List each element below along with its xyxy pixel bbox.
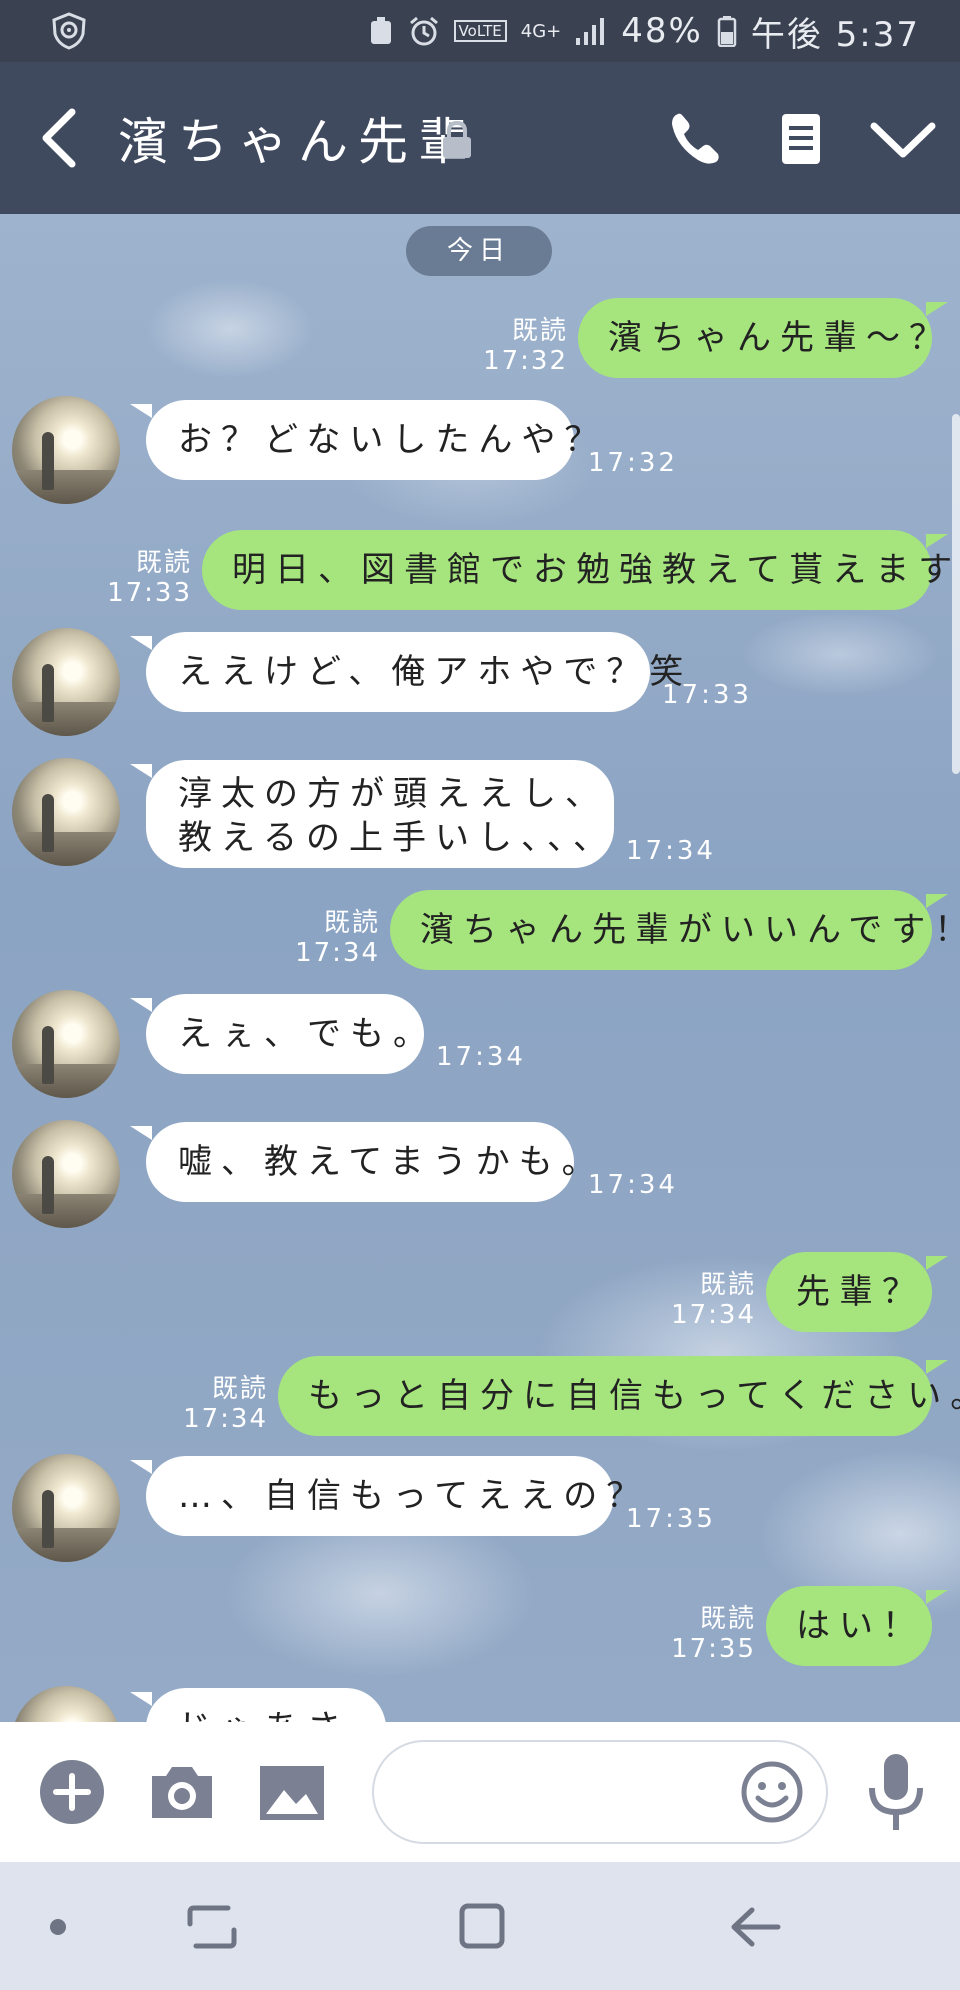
read-receipt: 既読 17:34 bbox=[183, 1374, 268, 1434]
camera-icon[interactable] bbox=[146, 1756, 218, 1828]
signal-icon bbox=[576, 18, 605, 45]
phone-icon[interactable] bbox=[664, 106, 730, 172]
avatar[interactable] bbox=[12, 1120, 120, 1228]
chat-header: 濱ちゃん先輩 bbox=[0, 62, 960, 214]
date-separator: 今日 bbox=[406, 226, 552, 276]
message-time: 17:34 bbox=[626, 836, 716, 866]
message-time: 17:34 bbox=[588, 1170, 678, 1200]
message-line: 淳太の方が頭ええし、 bbox=[178, 774, 608, 814]
read-receipt: 既読 17:35 bbox=[671, 1604, 756, 1664]
battery-percent: 48% bbox=[621, 11, 703, 51]
avatar[interactable] bbox=[12, 990, 120, 1098]
read-receipt: 既読 17:33 bbox=[107, 548, 192, 608]
battery-icon bbox=[717, 16, 737, 47]
home-icon[interactable] bbox=[454, 1902, 510, 1952]
message-bubble-incoming[interactable]: お？どないしたんや？ bbox=[130, 400, 598, 480]
chat-area[interactable]: 今日 既読 17:32 濱ちゃん先輩～？ お？どないしたんや？ 17:32 既読 1… bbox=[0, 214, 960, 1722]
recycle-icon bbox=[370, 17, 391, 44]
volte-label: VoLTE bbox=[453, 20, 507, 42]
message-bubble-outgoing[interactable]: もっと自分に自信もってください。 bbox=[278, 1356, 960, 1436]
microphone-icon[interactable] bbox=[860, 1750, 932, 1834]
message-bubble-outgoing[interactable]: 濱ちゃん先輩がいいんです！ bbox=[390, 890, 960, 970]
network-label: 4G+ bbox=[520, 20, 562, 42]
read-receipt: 既読 17:32 bbox=[483, 316, 568, 376]
message-bubble-incoming[interactable]: ええけど、俺アホやで？笑 bbox=[130, 632, 683, 712]
message-bubble-incoming[interactable]: 嘘、教えてまうかも。 bbox=[130, 1122, 596, 1202]
message-bubble-incoming[interactable]: …、自信もってええの？ bbox=[130, 1456, 640, 1536]
avatar[interactable] bbox=[12, 1686, 120, 1722]
recent-apps-icon[interactable] bbox=[184, 1902, 240, 1952]
dot-icon[interactable] bbox=[46, 1902, 70, 1952]
read-receipt: 既読 17:34 bbox=[295, 908, 380, 968]
message-input-bar bbox=[0, 1722, 960, 1862]
avatar[interactable] bbox=[12, 628, 120, 736]
back-arrow-icon[interactable] bbox=[728, 1902, 784, 1952]
read-receipt: 既読 17:34 bbox=[671, 1270, 756, 1330]
avatar[interactable] bbox=[12, 758, 120, 866]
image-icon[interactable] bbox=[256, 1756, 328, 1828]
message-bubble-outgoing[interactable]: はい！ bbox=[766, 1586, 948, 1666]
avatar[interactable] bbox=[12, 396, 120, 504]
message-line: 教えるの上手いし、、、 bbox=[178, 818, 616, 858]
message-bubble-incoming[interactable]: 淳太の方が頭ええし、 教えるの上手いし、、、 bbox=[130, 760, 616, 868]
page-title: 濱ちゃん先輩 bbox=[118, 113, 478, 171]
smiley-icon[interactable] bbox=[738, 1758, 806, 1826]
lock-icon bbox=[443, 120, 471, 158]
system-nav-bar bbox=[0, 1862, 960, 1990]
message-time: 17:33 bbox=[662, 680, 752, 710]
message-bubble-incoming[interactable]: えぇ、でも。 bbox=[130, 994, 427, 1074]
avatar[interactable] bbox=[12, 1454, 120, 1562]
chevron-down-icon[interactable] bbox=[870, 106, 936, 172]
message-time: 17:32 bbox=[588, 448, 678, 478]
message-time: 17:35 bbox=[626, 1504, 716, 1534]
message-time: 17:34 bbox=[436, 1042, 526, 1072]
message-bubble-incoming[interactable]: じゃあさ bbox=[130, 1688, 386, 1722]
clock: 午後 5:37 bbox=[750, 14, 920, 55]
shield-icon bbox=[52, 12, 86, 50]
notes-icon[interactable] bbox=[768, 106, 834, 172]
status-bar: VoLTE 4G+ 48% 午後 5:37 bbox=[0, 0, 960, 62]
message-bubble-outgoing[interactable]: 明日、図書館でお勉強教えて貰えます？ bbox=[202, 530, 960, 610]
message-input[interactable] bbox=[372, 1740, 828, 1844]
message-bubble-outgoing[interactable]: 濱ちゃん先輩～？ bbox=[578, 298, 948, 378]
chevron-left-icon[interactable] bbox=[36, 106, 86, 170]
alarm-icon bbox=[409, 16, 438, 46]
message-bubble-outgoing[interactable]: 先輩？ bbox=[766, 1252, 948, 1332]
plus-circle-icon[interactable] bbox=[36, 1756, 108, 1828]
